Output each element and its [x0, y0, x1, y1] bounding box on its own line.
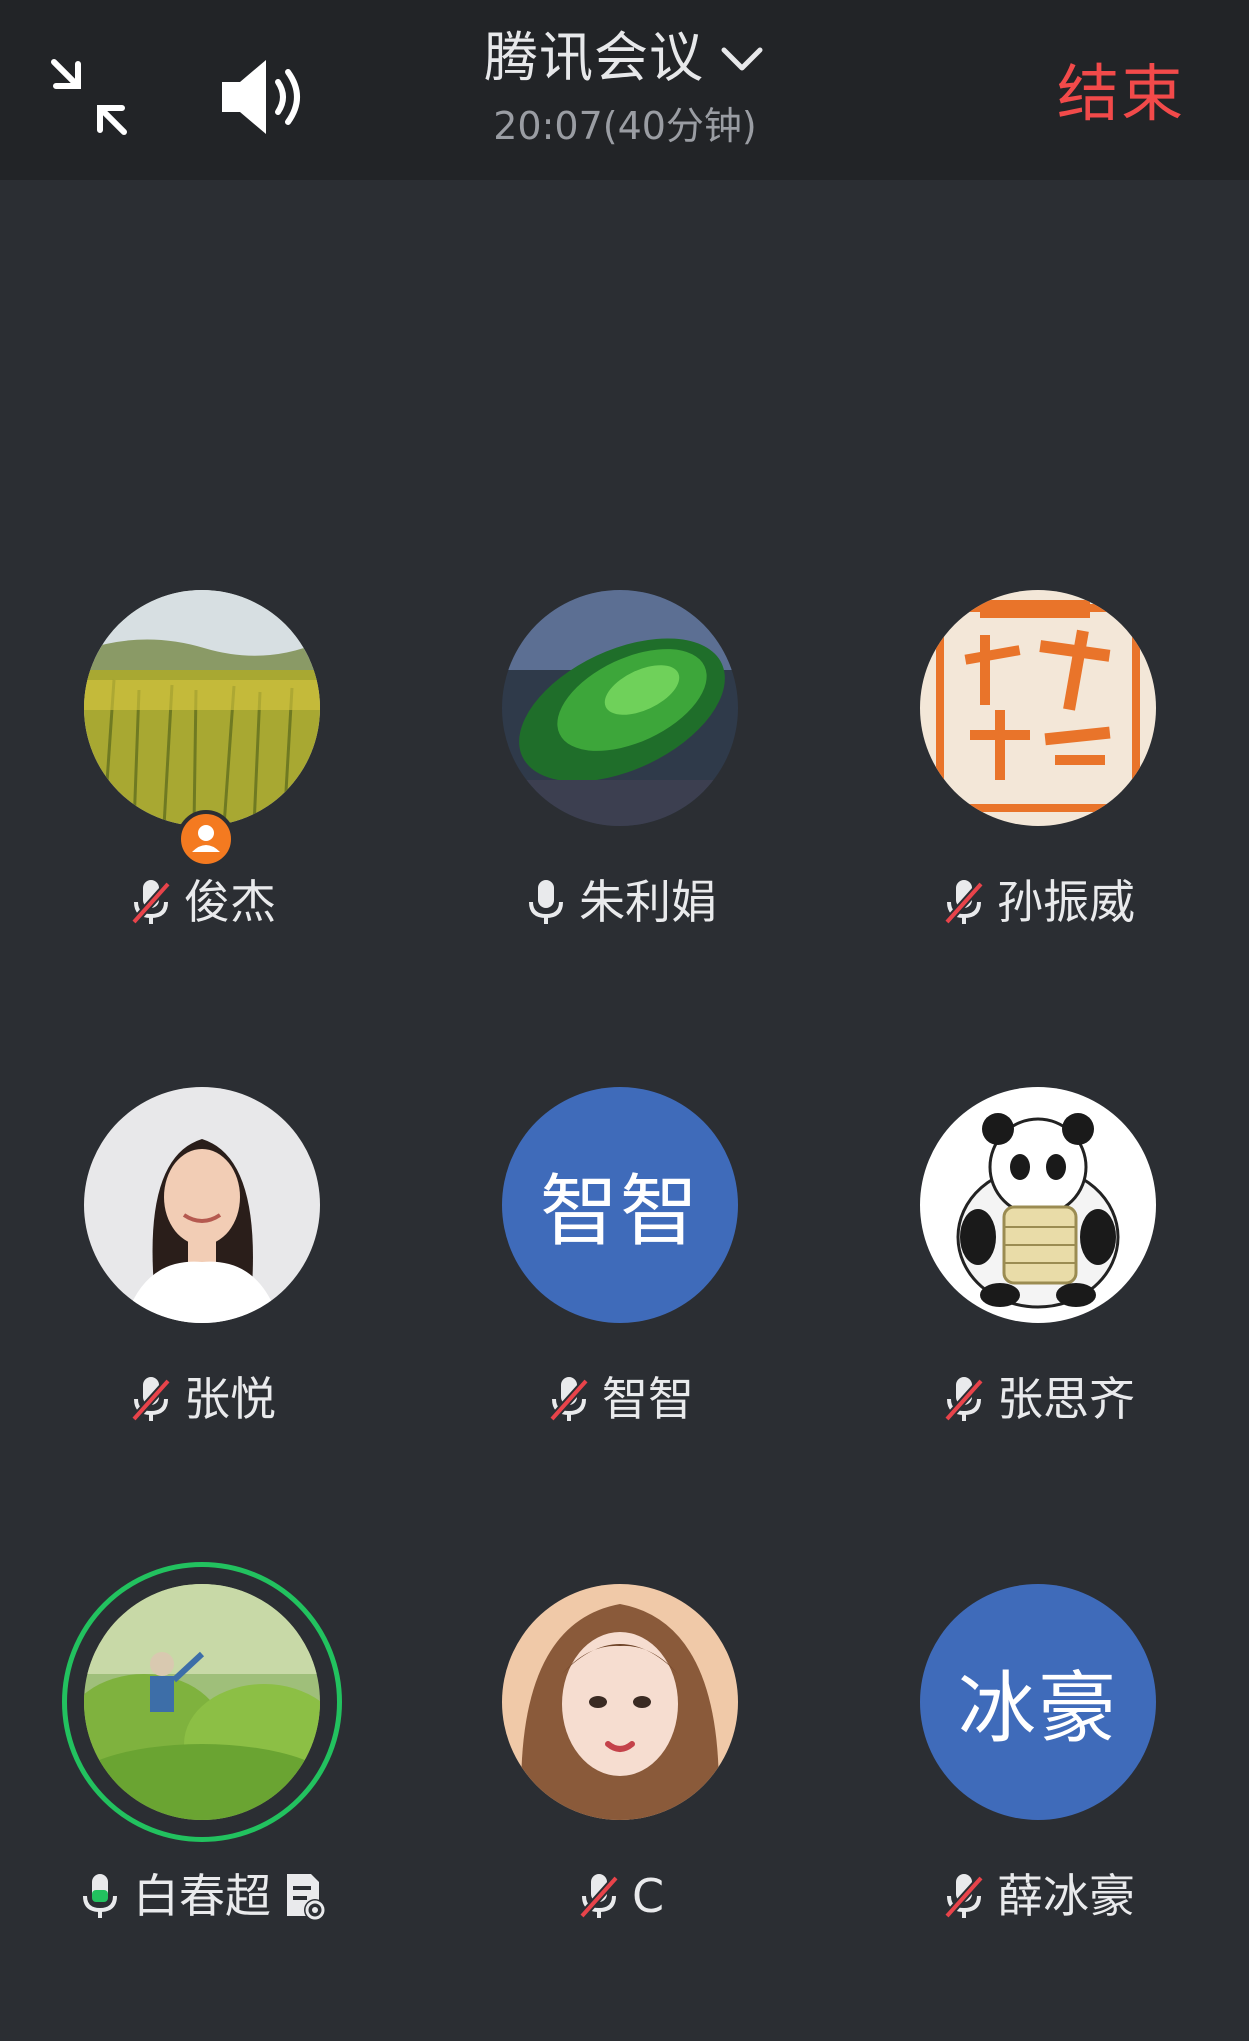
- minimize-arrows-icon[interactable]: [44, 52, 134, 142]
- mic-muted-icon: [546, 1373, 592, 1425]
- participant-name: C: [631, 1869, 665, 1923]
- avatar: [84, 1087, 320, 1323]
- name-row: 白春超: [42, 1866, 362, 1926]
- name-row: 张思齐: [888, 1369, 1188, 1429]
- participant-name: 张思齐: [997, 1372, 1135, 1426]
- chevron-down-icon: [718, 34, 766, 82]
- avatar: [920, 590, 1156, 826]
- avatar: [920, 1087, 1156, 1323]
- avatar: [84, 590, 320, 826]
- mic-muted-icon: [941, 1373, 987, 1425]
- mic-muted-icon: [128, 876, 174, 928]
- end-meeting-button[interactable]: 结束: [1057, 56, 1185, 132]
- avatar: 冰豪: [920, 1584, 1156, 1820]
- participant-name: 俊杰: [184, 875, 276, 929]
- participant-name: 智智: [602, 1372, 694, 1426]
- mic-muted-icon: [576, 1870, 622, 1922]
- participant-name: 朱利娟: [579, 875, 717, 929]
- avatar: [502, 590, 738, 826]
- name-row: 张悦: [52, 1369, 352, 1429]
- avatar: 智智: [502, 1087, 738, 1323]
- mic-muted-icon: [941, 1870, 987, 1922]
- avatar: [84, 1584, 320, 1820]
- mic-speaking-icon: [77, 1870, 123, 1922]
- participant-name: 薛冰豪: [997, 1869, 1135, 1923]
- meeting-time: 20:07(40分钟): [493, 104, 757, 148]
- meeting-title: 腾讯会议: [484, 26, 704, 89]
- name-row: 薛冰豪: [888, 1866, 1188, 1926]
- meeting-title-area[interactable]: 腾讯会议 20:07(40分钟): [380, 20, 870, 150]
- meeting-screen: 腾讯会议 20:07(40分钟) 结束 俊杰 朱利娟 孙振威 张悦 智智 智智 …: [0, 0, 1249, 2041]
- mic-icon: [523, 876, 569, 928]
- name-row: 俊杰: [52, 872, 352, 932]
- participant-name: 白春超: [133, 1869, 271, 1923]
- host-badge-icon: [177, 810, 235, 868]
- mic-muted-icon: [128, 1373, 174, 1425]
- name-row: 朱利娟: [470, 872, 770, 932]
- speaker-icon[interactable]: [214, 52, 314, 142]
- participant-name: 张悦: [184, 1372, 276, 1426]
- participant-name: 孙振威: [997, 875, 1135, 929]
- document-record-icon: [281, 1870, 327, 1922]
- name-row: C: [470, 1866, 770, 1926]
- name-row: 智智: [470, 1369, 770, 1429]
- name-row: 孙振威: [888, 872, 1188, 932]
- top-bar: 腾讯会议 20:07(40分钟) 结束: [0, 0, 1249, 180]
- mic-muted-icon: [941, 876, 987, 928]
- avatar: [502, 1584, 738, 1820]
